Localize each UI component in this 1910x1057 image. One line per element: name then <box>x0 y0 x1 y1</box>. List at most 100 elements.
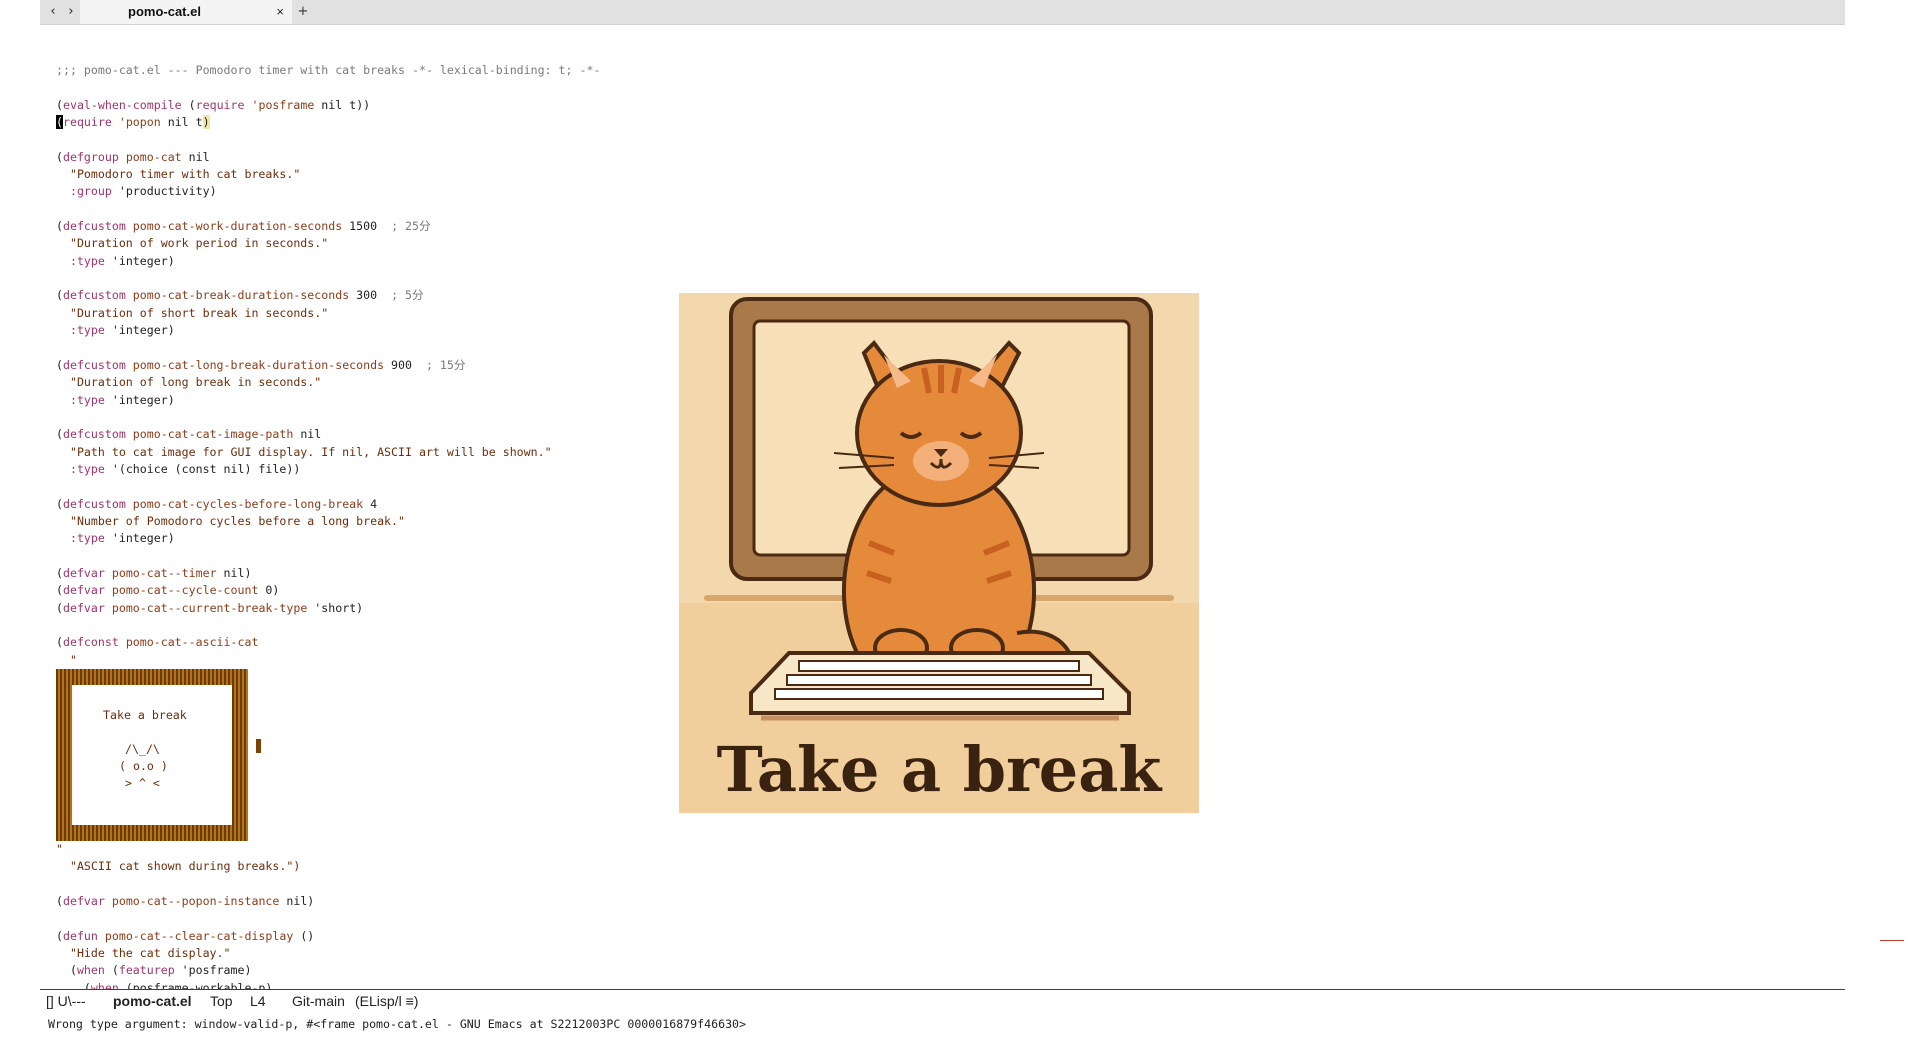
code-line[interactable]: (defvar pomo-cat--cycle-count 0) <box>56 582 600 599</box>
code-line[interactable]: (eval-when-compile (require 'posframe ni… <box>56 97 600 114</box>
modeline-vc-branch[interactable]: Git-main <box>292 990 345 1012</box>
code-token: eval-when-compile <box>62 97 182 112</box>
code-token: "Duration of work period in seconds." <box>56 236 329 251</box>
code-line[interactable]: "Hide the cat display." <box>56 945 314 962</box>
code-token: pomo-cat--popon-instance <box>111 894 280 909</box>
code-line[interactable] <box>56 131 600 148</box>
code-line[interactable]: :type 'integer) <box>56 253 600 270</box>
code-line[interactable]: :type 'integer) <box>56 530 600 547</box>
code-line[interactable] <box>56 548 600 565</box>
code-token: ( <box>56 565 63 580</box>
code-token: 1500 <box>342 219 392 234</box>
code-line[interactable]: " <box>56 841 314 858</box>
code-line[interactable]: "Pomodoro timer with cat breaks." <box>56 166 600 183</box>
code-buffer[interactable]: ;;; pomo-cat.el --- Pomodoro timer with … <box>56 62 600 669</box>
code-token: ;;; pomo-cat.el --- Pomodoro timer with … <box>56 63 601 77</box>
code-token: pomo-cat--current-break-type <box>111 600 308 615</box>
code-token: nil <box>293 427 322 442</box>
code-token: "Duration of short break in seconds." <box>56 305 329 320</box>
code-line[interactable] <box>56 270 600 287</box>
code-line[interactable] <box>56 409 600 426</box>
ascii-cat-whiskers: > ^ < <box>125 776 160 790</box>
code-line[interactable]: ;;; pomo-cat.el --- Pomodoro timer with … <box>56 62 600 79</box>
code-line[interactable]: :group 'productivity) <box>56 183 600 200</box>
code-line[interactable] <box>56 201 600 218</box>
code-token: 'integer) <box>104 253 175 268</box>
code-line[interactable] <box>56 478 600 495</box>
modeline-status: [] U\--- <box>46 993 86 1009</box>
code-token: ( <box>56 963 77 978</box>
code-line[interactable]: (require 'popon nil t) <box>56 114 600 131</box>
code-token: ( <box>56 149 63 164</box>
ascii-cat-title: Take a break <box>103 708 187 722</box>
code-line[interactable]: "Duration of work period in seconds." <box>56 235 600 252</box>
code-token: "Path to cat image for GUI display. If n… <box>56 444 552 459</box>
forward-icon[interactable]: › <box>62 2 80 22</box>
new-tab-button[interactable]: + <box>296 0 310 24</box>
code-line[interactable]: "Path to cat image for GUI display. If n… <box>56 444 600 461</box>
code-token: defgroup <box>62 149 119 164</box>
code-line[interactable]: :type 'integer) <box>56 392 600 409</box>
code-token: 'productivity) <box>111 184 217 199</box>
code-line[interactable]: (when (featurep 'posframe) <box>56 962 314 979</box>
code-line[interactable] <box>56 910 314 927</box>
code-line[interactable]: (defvar pomo-cat--popon-instance nil) <box>56 893 314 910</box>
code-line[interactable]: :type '(choice (const nil) file)) <box>56 461 600 478</box>
code-line[interactable]: (defcustom pomo-cat-cycles-before-long-b… <box>56 496 600 513</box>
code-line[interactable] <box>56 340 600 357</box>
editor-window[interactable]: ;;; pomo-cat.el --- Pomodoro timer with … <box>0 24 1910 989</box>
code-token: ( <box>56 635 63 650</box>
code-line[interactable]: (defconst pomo-cat--ascii-cat <box>56 634 600 651</box>
modeline-buffer-name[interactable]: pomo-cat.el <box>113 990 192 1012</box>
code-line[interactable]: (when (posframe-workable-p) <box>56 980 314 989</box>
modeline-major-mode[interactable]: (ELisp/l ≡) <box>355 990 418 1012</box>
code-line[interactable]: (defcustom pomo-cat-cat-image-path nil <box>56 426 600 443</box>
mode-line[interactable]: [] U\--- pomo-cat.el Top L4 Git-main (EL… <box>40 989 1845 1012</box>
code-token: featurep <box>118 963 175 978</box>
code-token: pomo-cat-work-duration-seconds <box>132 219 343 234</box>
close-icon[interactable]: × <box>276 0 284 24</box>
code-line[interactable] <box>56 876 314 893</box>
code-token: "Duration of long break in seconds." <box>56 375 322 390</box>
code-line[interactable]: "Duration of long break in seconds." <box>56 374 600 391</box>
code-line[interactable]: (defvar pomo-cat--current-break-type 'sh… <box>56 600 600 617</box>
code-line[interactable] <box>56 79 600 96</box>
code-token: 4 <box>363 496 378 511</box>
code-line[interactable]: (defgroup pomo-cat nil <box>56 149 600 166</box>
code-line[interactable]: " <box>56 652 600 669</box>
code-line[interactable]: "ASCII cat shown during breaks.") <box>56 858 314 875</box>
code-token: () <box>293 928 315 943</box>
code-line[interactable]: (defun pomo-cat--clear-cat-display () <box>56 928 314 945</box>
back-icon[interactable]: ‹ <box>44 2 62 22</box>
code-line[interactable]: (defcustom pomo-cat-break-duration-secon… <box>56 287 600 304</box>
code-token: nil <box>181 149 210 164</box>
code-token: pomo-cat--cycle-count <box>111 583 259 598</box>
code-line[interactable]: :type 'integer) <box>56 322 600 339</box>
code-line[interactable]: "Duration of short break in seconds." <box>56 305 600 322</box>
code-token: 300 <box>349 288 392 303</box>
code-token: defcustom <box>62 427 126 442</box>
code-buffer-continued[interactable]: " "ASCII cat shown during breaks.") (defv… <box>56 841 314 989</box>
code-line[interactable]: (defcustom pomo-cat-long-break-duration-… <box>56 357 600 374</box>
code-token: ( <box>56 219 63 234</box>
code-line[interactable] <box>56 617 600 634</box>
code-token: nil) <box>279 894 315 909</box>
code-token: pomo-cat-long-break-duration-seconds <box>132 357 385 372</box>
code-line[interactable]: (defvar pomo-cat--timer nil) <box>56 565 600 582</box>
code-token: 'integer) <box>104 392 175 407</box>
code-token: " <box>56 652 77 667</box>
tab-pomo-cat[interactable]: pomo-cat.el × <box>80 0 292 24</box>
code-token: defvar <box>62 600 105 615</box>
code-line[interactable]: "Number of Pomodoro cycles before a long… <box>56 513 600 530</box>
code-token: ( <box>56 496 63 511</box>
tab-bar: ‹ › pomo-cat.el × + <box>40 0 1845 25</box>
code-line[interactable]: (defcustom pomo-cat-work-duration-second… <box>56 218 600 235</box>
